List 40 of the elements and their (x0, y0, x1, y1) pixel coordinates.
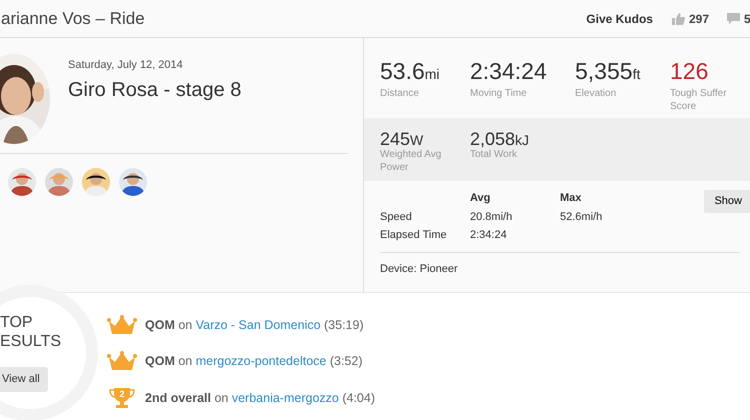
results-heading: ESULTS (0, 332, 62, 352)
stat-label: Distance (380, 87, 420, 100)
stat-label: Moving Time (470, 87, 528, 100)
segment-link[interactable]: verbania-mergozzo (232, 390, 339, 405)
view-all-button[interactable]: View all (0, 367, 48, 392)
stat-label: Total Work (470, 148, 518, 161)
comment-icon (727, 12, 740, 24)
stat-label: Tough Suffer Score (670, 87, 728, 113)
table-cell: Speed (380, 210, 412, 222)
table-cell: 2:34:24 (470, 229, 507, 241)
thumbs-up-icon (670, 12, 685, 26)
stat-label: Weighted Avg Power (380, 148, 442, 174)
table-cell: Elapsed Time (380, 229, 447, 241)
page-title: arianne Vos – Ride (1, 8, 145, 30)
result-text: QOM on mergozzo-pontedeltoce (3:52) (145, 352, 362, 370)
crown-icon (107, 315, 137, 335)
results-heading: TOP (0, 313, 34, 332)
stat-value: 245W (380, 130, 424, 148)
stat-value: 5,355ft (575, 60, 642, 83)
table-cell: 52.6mi/h (560, 210, 602, 222)
table-cell: 20.8mi/h (470, 210, 512, 222)
stat-value: 2,058kJ (470, 130, 530, 148)
stat-value: 2:34:24 (470, 60, 548, 83)
stat-value: 126 (670, 60, 710, 83)
column-header: Max (560, 192, 582, 204)
segment-link[interactable]: mergozzo-pontedeltoce (196, 354, 326, 368)
segment-link[interactable]: Varzo - San Domenico (196, 318, 321, 332)
column-header: Avg (470, 192, 490, 204)
result-text: 2nd overall on verbania-mergozzo (4:04) (145, 390, 375, 407)
device-label: Device: Pioneer (380, 262, 459, 276)
comment-count: 5 (744, 10, 750, 28)
stat-label: Elevation (575, 87, 618, 100)
activity-title: Giro Rosa - stage 8 (68, 78, 242, 102)
give-kudos-button[interactable]: Give Kudos (586, 10, 653, 28)
show-button[interactable]: Show (704, 190, 750, 212)
crown-icon (107, 351, 137, 371)
kudos-count: 297 (688, 10, 709, 28)
activity-date: Saturday, July 12, 2014 (68, 58, 184, 73)
stat-value: 53.6mi (380, 60, 441, 83)
result-text: QOM on Varzo - San Domenico (35:19) (145, 316, 364, 334)
